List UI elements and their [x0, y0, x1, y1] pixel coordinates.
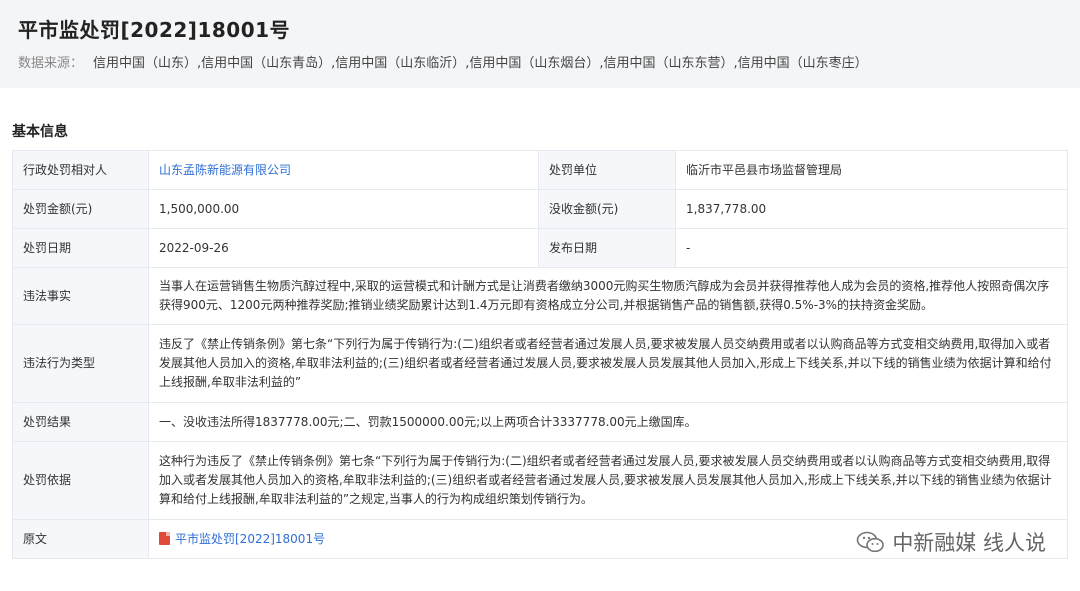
data-source-value: 信用中国（山东）,信用中国（山东青岛）,信用中国（山东临沂）,信用中国（山东烟台…: [93, 56, 868, 71]
facts-value: 当事人在运营销售生物质汽醇过程中,采取的运营模式和计酬方式是让消费者缴纳3000…: [148, 267, 1068, 325]
original-label: 原文: [12, 519, 149, 559]
page-title: 平市监处罚[2022]18001号: [18, 18, 291, 42]
date-value: 2022-09-26: [148, 228, 539, 268]
unit-label: 处罚单位: [538, 150, 676, 190]
party-value-cell: 山东孟陈新能源有限公司: [148, 150, 539, 190]
basis-value: 这种行为违反了《禁止传销条例》第七条“下列行为属于传销行为:(二)组织者或者经营…: [148, 441, 1068, 520]
table-row: 违法行为类型 违反了《禁止传销条例》第七条“下列行为属于传销行为:(二)组织者或…: [12, 324, 1068, 403]
type-value: 违反了《禁止传销条例》第七条“下列行为属于传销行为:(二)组织者或者经营者通过发…: [148, 324, 1068, 403]
pdf-icon: [159, 531, 170, 545]
party-link[interactable]: 山东孟陈新能源有限公司: [159, 163, 291, 177]
page-header: 平市监处罚[2022]18001号 数据来源： 信用中国（山东）,信用中国（山东青…: [0, 0, 1080, 88]
amount-label: 处罚金额(元): [12, 189, 149, 229]
result-value: 一、没收违法所得1837778.00元;二、罚款1500000.00元;以上两项…: [148, 402, 1068, 442]
facts-label: 违法事实: [12, 267, 149, 325]
table-row: 行政处罚相对人 山东孟陈新能源有限公司 处罚单位 临沂市平邑县市场监督管理局: [12, 150, 1068, 190]
section-title: 基本信息: [12, 124, 68, 140]
publish-value: -: [675, 228, 1068, 268]
data-source: 数据来源： 信用中国（山东）,信用中国（山东青岛）,信用中国（山东临沂）,信用中国…: [18, 52, 868, 71]
original-document-link[interactable]: 平市监处罚[2022]18001号: [175, 532, 325, 546]
unit-value: 临沂市平邑县市场监督管理局: [675, 150, 1068, 190]
publish-label: 发布日期: [538, 228, 676, 268]
basis-label: 处罚依据: [12, 441, 149, 520]
type-label: 违法行为类型: [12, 324, 149, 403]
table-row: 违法事实 当事人在运营销售生物质汽醇过程中,采取的运营模式和计酬方式是让消费者缴…: [12, 267, 1068, 325]
watermark: 中新融媒 线人说: [856, 527, 1046, 557]
table-row: 处罚日期 2022-09-26 发布日期 -: [12, 228, 1068, 268]
date-label: 处罚日期: [12, 228, 149, 268]
amount-value: 1,500,000.00: [148, 189, 539, 229]
result-label: 处罚结果: [12, 402, 149, 442]
confiscate-label: 没收金额(元): [538, 189, 676, 229]
table-row: 处罚结果 一、没收违法所得1837778.00元;二、罚款1500000.00元…: [12, 402, 1068, 442]
table-row: 处罚依据 这种行为违反了《禁止传销条例》第七条“下列行为属于传销行为:(二)组织…: [12, 441, 1068, 520]
table-row: 处罚金额(元) 1,500,000.00 没收金额(元) 1,837,778.0…: [12, 189, 1068, 229]
wechat-icon: [857, 531, 885, 553]
data-source-label: 数据来源：: [18, 56, 84, 71]
watermark-text: 中新融媒 线人说: [892, 531, 1046, 555]
confiscate-value: 1,837,778.00: [675, 189, 1068, 229]
basic-info-table: 行政处罚相对人 山东孟陈新能源有限公司 处罚单位 临沂市平邑县市场监督管理局 处…: [12, 150, 1068, 559]
party-label: 行政处罚相对人: [12, 150, 149, 190]
